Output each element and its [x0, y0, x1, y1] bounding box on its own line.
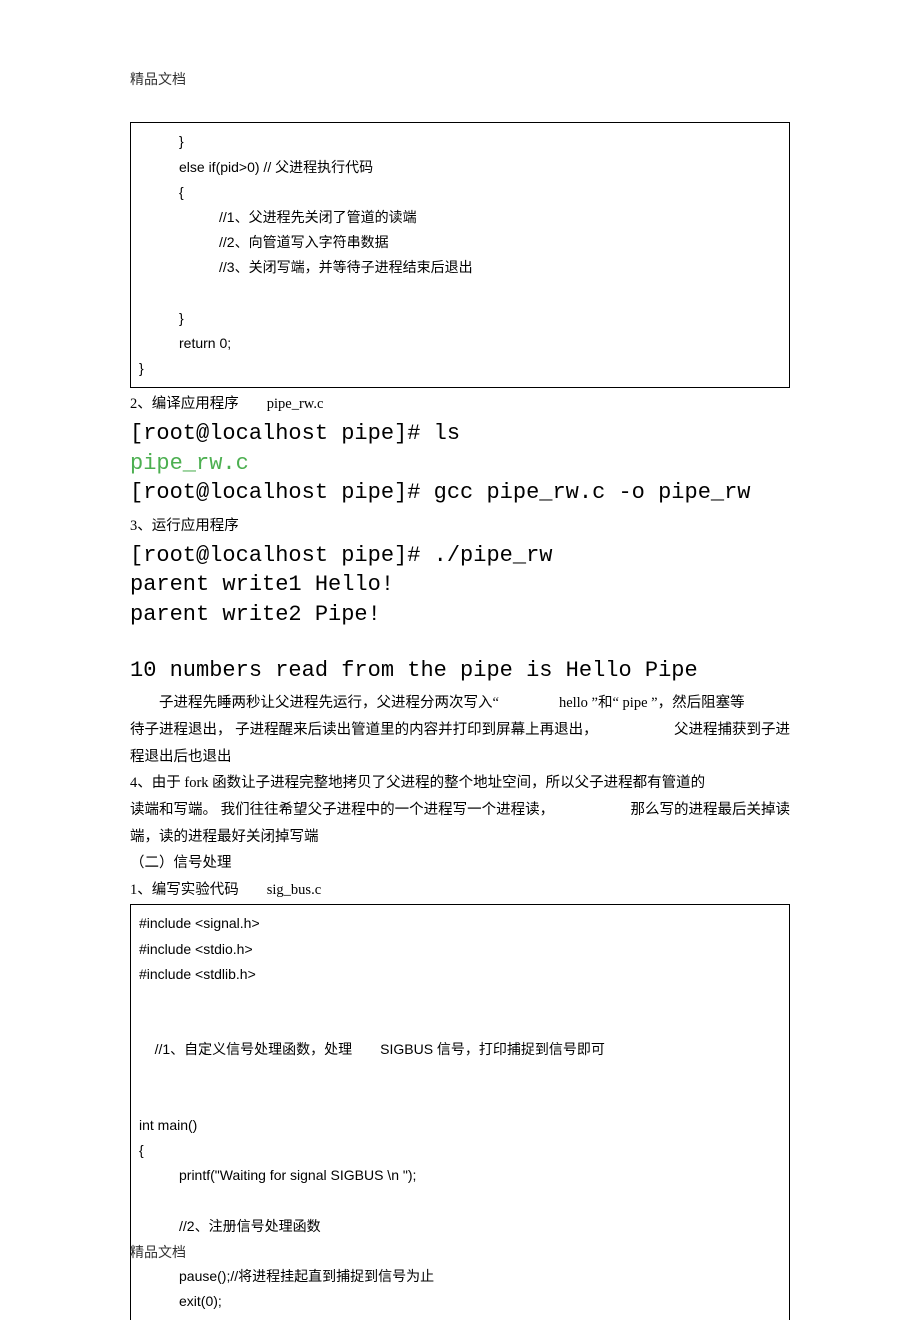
para-text: hello ”和“ pipe ”，然后阻塞等: [559, 695, 745, 711]
step-2-line: 2、编译应用程序 pipe_rw.c: [130, 392, 790, 417]
code-blank-line: [139, 987, 781, 1012]
para-text: 子进程先睡两秒让父进程先运行，父进程分两次写入“: [159, 695, 499, 711]
code-blank-line: [139, 1088, 781, 1113]
explanation-paragraph-1: 子进程先睡两秒让父进程先运行，父进程分两次写入“ hello ”和“ pipe ”…: [130, 691, 790, 716]
step-1b-label: 1、编写实验代码: [130, 882, 239, 898]
code-line: //1、自定义信号处理函数，处理 SIGBUS 信号，打印捕捉到信号即可: [139, 1012, 781, 1088]
code-block-2: #include <signal.h> #include <stdio.h> #…: [130, 904, 790, 1320]
page-footer: 精品文档: [130, 1243, 186, 1265]
code-line: {: [139, 180, 781, 205]
step-2-file: pipe_rw.c: [267, 396, 324, 412]
page-header: 精品文档: [130, 70, 790, 92]
section-2-title: （二）信号处理: [130, 851, 790, 876]
code-line: //2、向管道写入字符串数据: [139, 230, 781, 255]
para-text: 待子进程退出， 子进程醒来后读出管道里的内容并打印到屏幕上再退出，: [130, 718, 598, 743]
code-text: //1、自定义信号处理函数，处理: [155, 1041, 353, 1057]
para-text: 父进程捕获到子进: [674, 718, 790, 743]
code-line: #include <stdio.h>: [139, 937, 781, 962]
para-text: 端，读的进程最好关闭掉写端: [130, 829, 319, 845]
code-text: SIGBUS 信号，打印捕捉到信号即可: [380, 1041, 605, 1057]
terminal-line: parent write2 Pipe!: [130, 600, 790, 630]
step-4-line2: 读端和写端。 我们往往希望父子进程中的一个进程写一个进程读， 那么写的进程最后关…: [130, 798, 790, 823]
step-1b-line: 1、编写实验代码 sig_bus.c: [130, 878, 790, 903]
code-line: return 0;: [139, 331, 781, 356]
explanation-paragraph-1b: 待子进程退出， 子进程醒来后读出管道里的内容并打印到屏幕上再退出， 父进程捕获到…: [130, 718, 790, 743]
para-text: 那么写的进程最后关掉读: [631, 798, 791, 823]
code-line: //1、父进程先关闭了管道的读端: [139, 205, 781, 230]
para-text: 4、由于 fork 函数让子进程完整地拷贝了父进程的整个地址空间，所以父子进程都…: [130, 775, 705, 791]
terminal-line: [root@localhost pipe]# gcc pipe_rw.c -o …: [130, 478, 790, 508]
code-blank-line: [139, 1239, 781, 1264]
step-3-line: 3、运行应用程序: [130, 514, 790, 539]
terminal-line: 10 numbers read from the pipe is Hello P…: [130, 656, 790, 686]
code-line: else if(pid>0) // 父进程执行代码: [139, 155, 781, 180]
section-title-text: （二）信号处理: [130, 855, 232, 871]
code-line: int main(): [139, 1113, 781, 1138]
code-line: pause();//将进程挂起直到捕捉到信号为止: [139, 1264, 781, 1289]
terminal-output-2: [root@localhost pipe]# ./pipe_rw parent …: [130, 541, 790, 686]
code-line: exit(0);: [139, 1289, 781, 1314]
step-4-line3: 端，读的进程最好关闭掉写端: [130, 825, 790, 850]
step-1b-file: sig_bus.c: [267, 882, 321, 898]
code-line: printf("Waiting for signal SIGBUS \n ");: [139, 1163, 781, 1188]
terminal-line: parent write1 Hello!: [130, 570, 790, 600]
code-line: }: [139, 129, 781, 154]
step-3-label: 3、运行应用程序: [130, 518, 239, 534]
para-text: 程退出后也退出: [130, 749, 232, 765]
code-line: //3、关闭写端，并等待子进程结束后退出: [139, 255, 781, 280]
terminal-blank: [130, 630, 790, 656]
step-4-line1: 4、由于 fork 函数让子进程完整地拷贝了父进程的整个地址空间，所以父子进程都…: [130, 771, 790, 796]
code-line: #include <stdlib.h>: [139, 962, 781, 987]
step-2-label: 2、编译应用程序: [130, 396, 239, 412]
terminal-line: [root@localhost pipe]# ls: [130, 419, 790, 449]
code-line: }: [139, 306, 781, 331]
code-line: //2、注册信号处理函数: [139, 1214, 781, 1239]
code-block-1: } else if(pid>0) // 父进程执行代码 { //1、父进程先关闭…: [130, 122, 790, 388]
code-line: {: [139, 1138, 781, 1163]
footer-text: 精品文档: [130, 1246, 186, 1261]
terminal-output-1: [root@localhost pipe]# ls pipe_rw.c [roo…: [130, 419, 790, 508]
terminal-line: [root@localhost pipe]# ./pipe_rw: [130, 541, 790, 571]
code-line: }: [139, 356, 781, 381]
code-line: #include <signal.h>: [139, 911, 781, 936]
header-text: 精品文档: [130, 73, 186, 88]
code-blank-line: [139, 281, 781, 306]
code-blank-line: [139, 1189, 781, 1214]
explanation-paragraph-1c: 程退出后也退出: [130, 745, 790, 770]
terminal-line-green: pipe_rw.c: [130, 449, 790, 479]
para-text: 读端和写端。 我们往往希望父子进程中的一个进程写一个进程读，: [130, 798, 554, 823]
